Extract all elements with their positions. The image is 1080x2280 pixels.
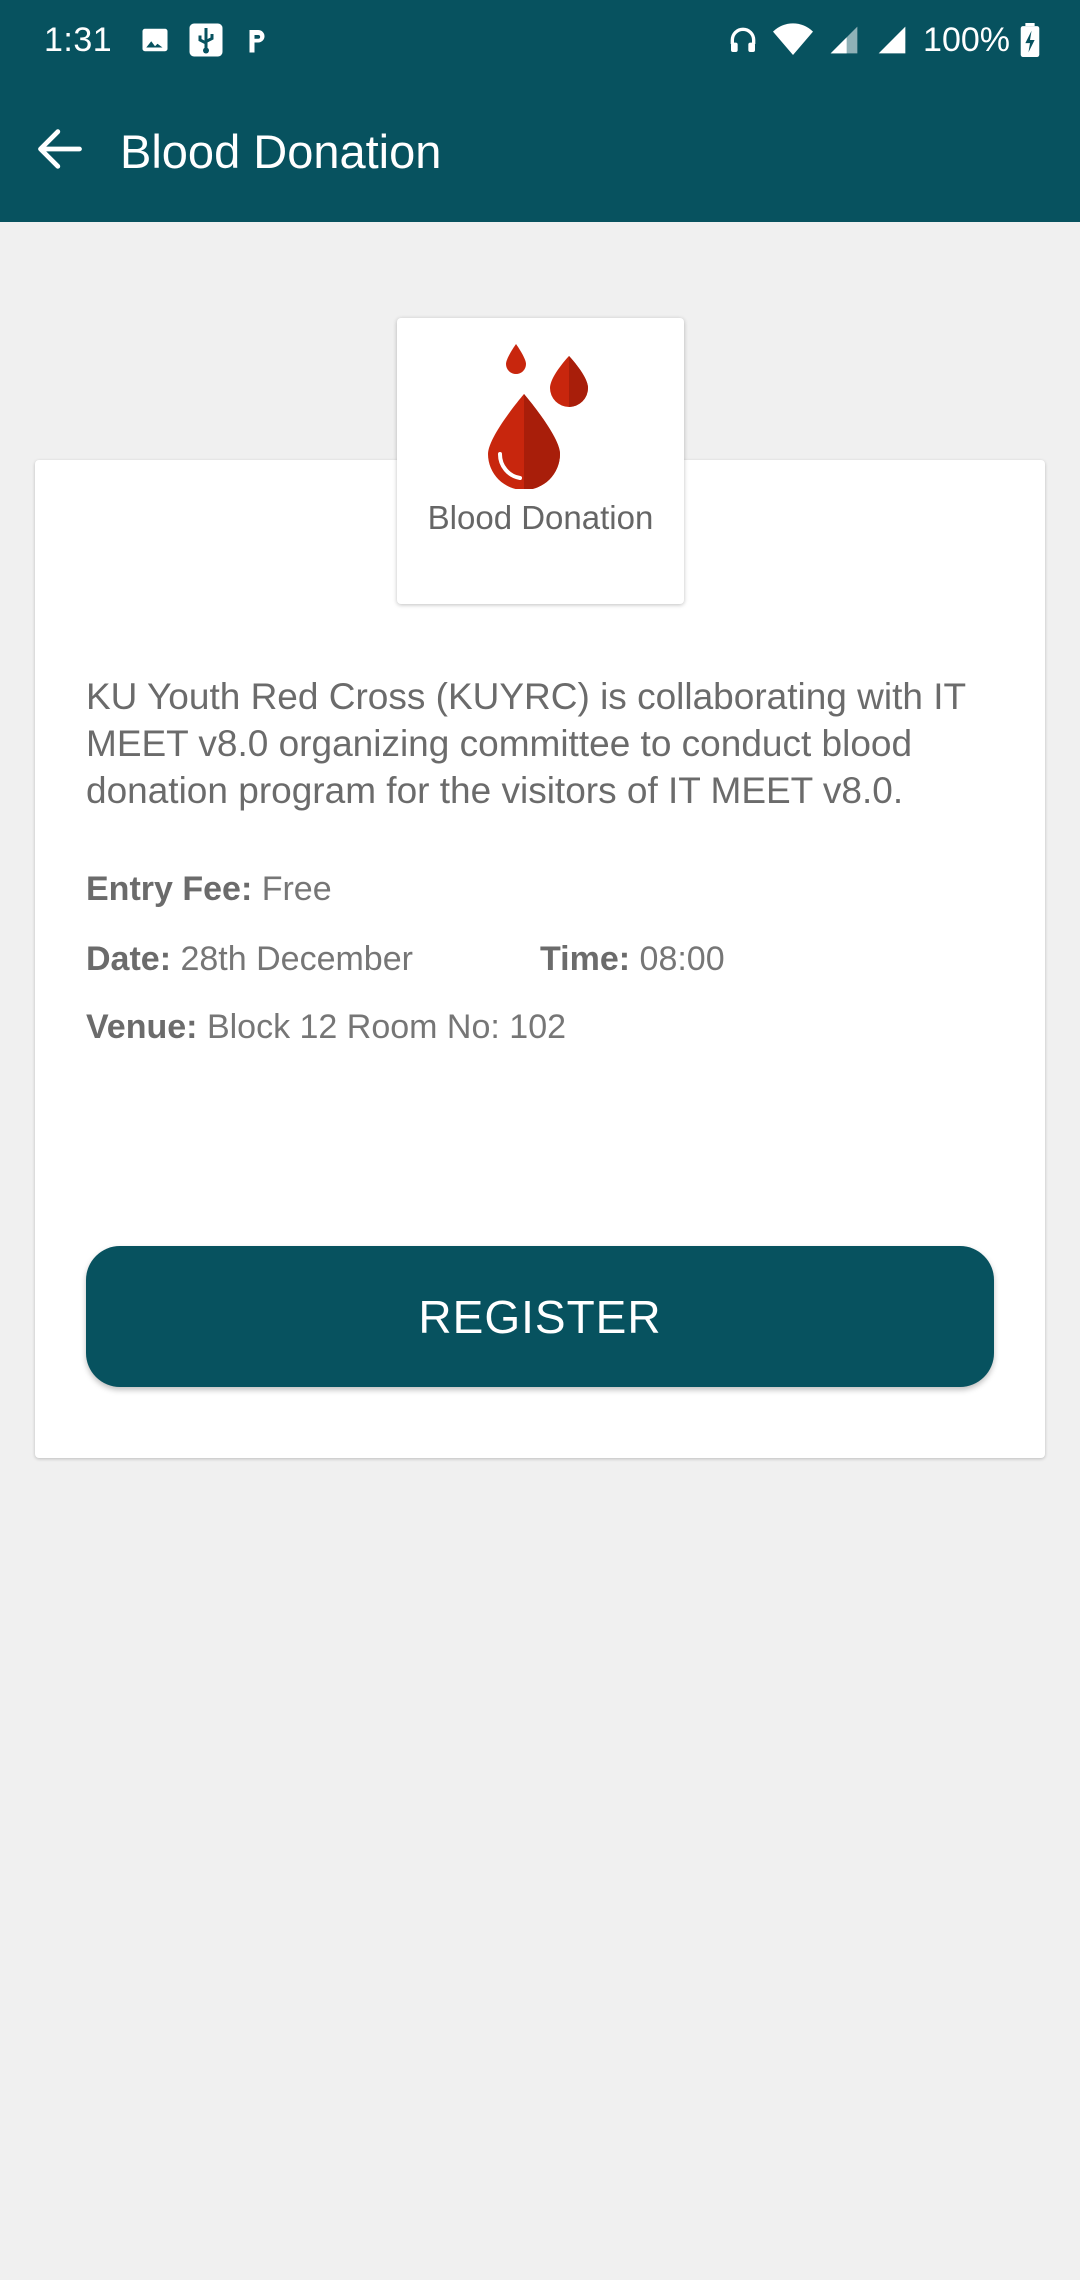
venue-label: Venue: — [86, 1008, 198, 1046]
app-bar: Blood Donation — [0, 80, 1080, 222]
logo-label: Blood Donation — [427, 499, 654, 536]
signal-icon — [827, 24, 861, 56]
battery-percent: 100% — [923, 20, 1010, 59]
wifi-icon: x — [773, 23, 814, 57]
time-row: Time: 08:00 — [540, 940, 725, 979]
status-bar-right: x 100% — [727, 21, 1040, 60]
entry-fee-value: Free — [261, 870, 332, 908]
entry-fee-row: Entry Fee: Free — [86, 870, 332, 909]
date-value: 28th December — [180, 940, 413, 978]
p-icon — [242, 24, 272, 56]
image-icon — [140, 25, 170, 55]
date-row: Date: 28th December — [86, 940, 413, 979]
entry-fee-label: Entry Fee: — [86, 870, 253, 908]
event-description: KU Youth Red Cross (KUYRC) is collaborat… — [86, 676, 966, 811]
status-time: 1:31 — [44, 20, 113, 59]
battery-charging-icon — [1020, 23, 1040, 57]
usb-icon — [188, 22, 224, 58]
status-bar: 1:31 x 100% — [0, 0, 1080, 80]
venue-value: Block 12 Room No: 102 — [206, 1008, 567, 1046]
venue-row: Venue: Block 12 Room No: 102 — [86, 1008, 566, 1047]
event-logo: Blood Donation — [397, 318, 684, 604]
date-label: Date: — [86, 940, 172, 978]
time-value: 08:00 — [639, 940, 725, 978]
status-bar-left: 1:31 — [44, 21, 290, 60]
register-button[interactable]: REGISTER — [86, 1246, 994, 1387]
page-title: Blood Donation — [120, 124, 442, 178]
blood-drops-icon — [486, 344, 596, 494]
time-label: Time: — [540, 940, 631, 978]
svg-text:x: x — [801, 25, 807, 36]
headphones-icon — [727, 24, 759, 56]
signal-icon — [875, 24, 909, 56]
back-button[interactable] — [0, 80, 120, 222]
back-arrow-icon — [34, 123, 86, 180]
